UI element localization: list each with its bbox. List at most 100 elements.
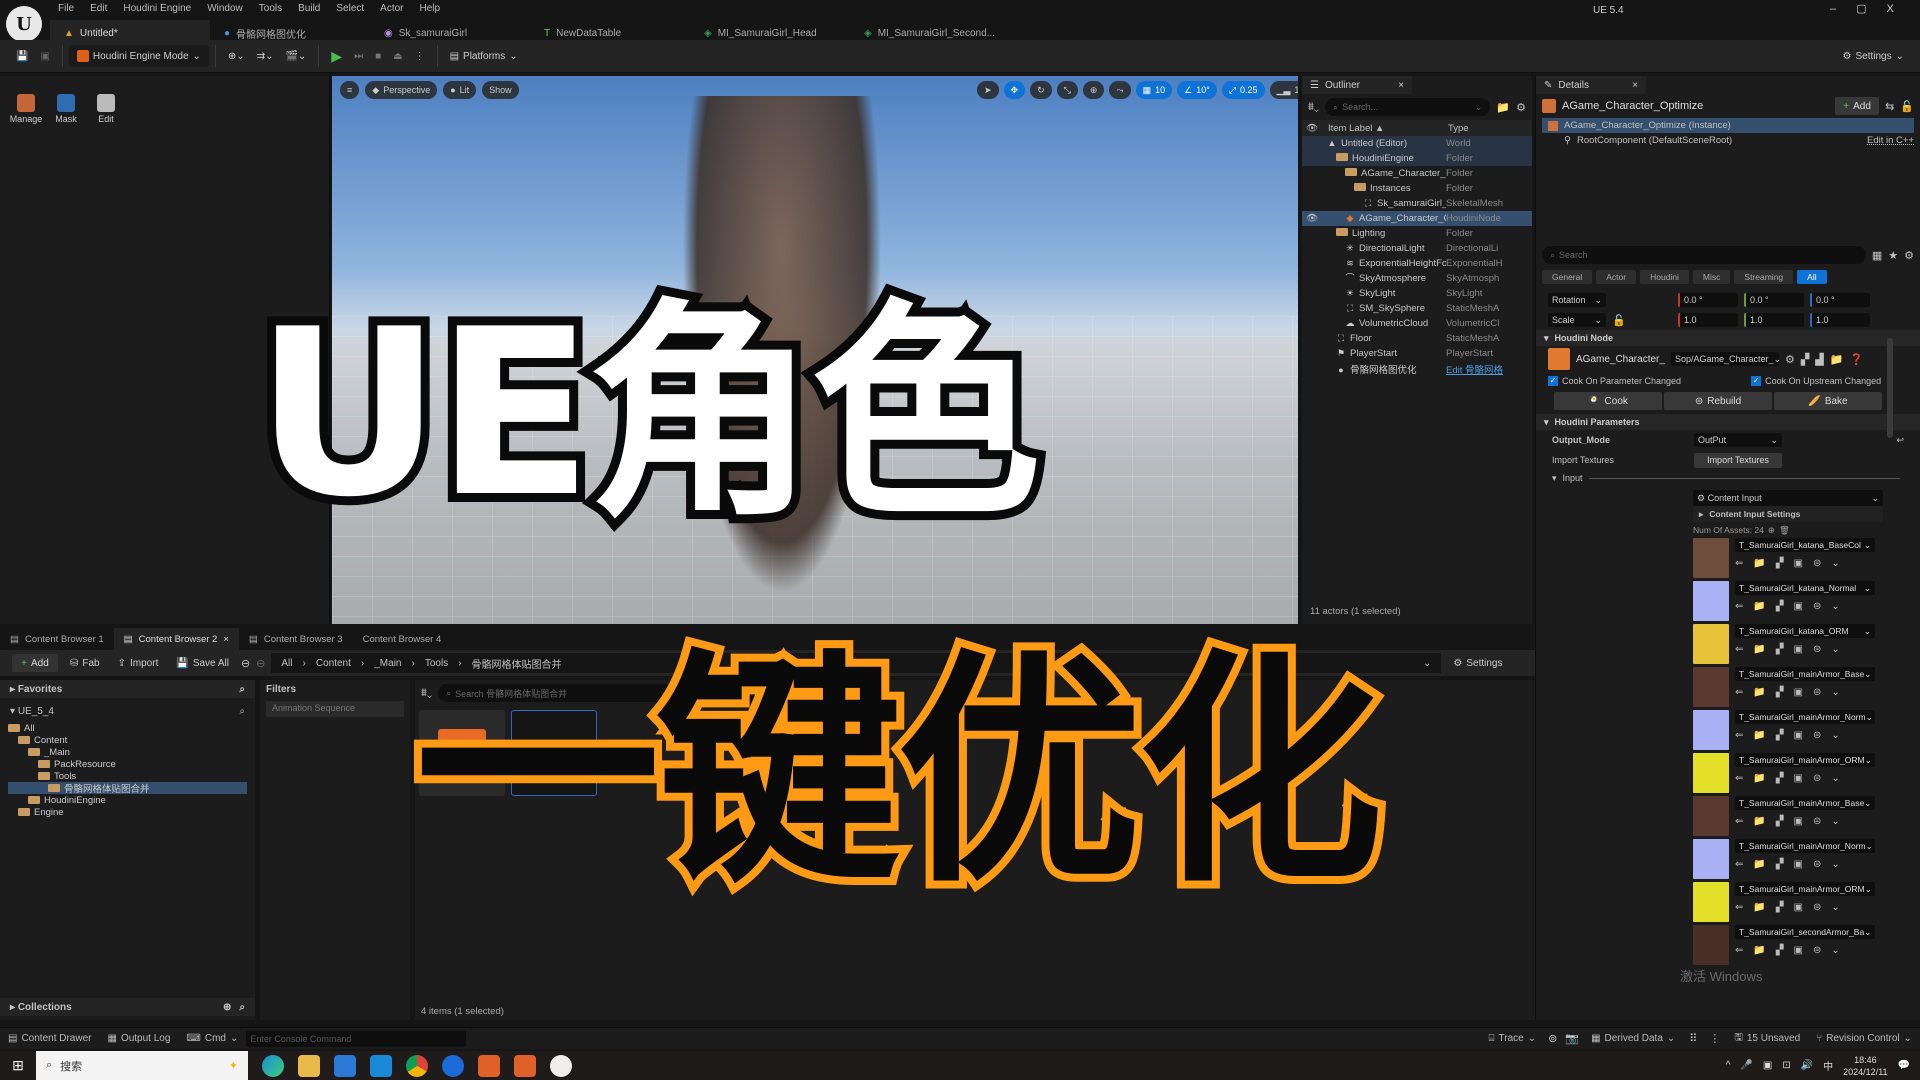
settings-button[interactable]: ⚙ Settings ⌄: [1837, 45, 1911, 67]
folder-tree-item[interactable]: 骨骼网格体贴图合并: [8, 782, 247, 795]
paste-icon[interactable]: ▣: [1794, 816, 1803, 827]
copy-icon[interactable]: ▞: [1776, 859, 1784, 870]
notifications-icon[interactable]: 💬: [1898, 1060, 1910, 1071]
import-button[interactable]: ⇪ Import: [112, 652, 165, 674]
copy-icon[interactable]: ▞: [1776, 902, 1784, 913]
menu-window[interactable]: Window: [199, 1, 251, 16]
outliner-row[interactable]: ⛶ Floor StaticMeshA: [1302, 331, 1532, 346]
output-log-button[interactable]: ▦ Output Log: [99, 1033, 178, 1044]
expand-icon[interactable]: ⌄: [1831, 902, 1839, 913]
category-streaming[interactable]: Streaming: [1734, 270, 1794, 284]
outliner-row[interactable]: ⛶Sk_samuraiGirl_HSkeletalMesh: [1302, 196, 1532, 211]
outliner-row[interactable]: ☀ SkyLight SkyLight: [1302, 286, 1532, 301]
breadcrumb-content[interactable]: Content: [316, 658, 351, 669]
use-selected-icon[interactable]: ⇐: [1735, 601, 1743, 612]
use-selected-icon[interactable]: ⇐: [1735, 644, 1743, 655]
expand-icon[interactable]: ⌄: [1831, 558, 1839, 569]
texture-thumbnail[interactable]: [1693, 710, 1729, 750]
stop-icon[interactable]: ■: [369, 45, 387, 67]
use-selected-icon[interactable]: ⇐: [1735, 859, 1743, 870]
outliner-row[interactable]: ≋ ExponentialHeightFog ExponentialH: [1302, 256, 1532, 271]
store-icon[interactable]: [334, 1054, 356, 1077]
history-forward-icon[interactable]: ⊖: [256, 657, 265, 670]
unreal-app-icon[interactable]: [550, 1054, 572, 1077]
outliner-row[interactable]: AGame_Character_OptiFolder: [1302, 166, 1532, 181]
filter-icon[interactable]: ⩩⌄: [1308, 101, 1319, 114]
rotation-z-field[interactable]: 0.0 °: [1810, 293, 1870, 307]
use-selected-icon[interactable]: ⇐: [1735, 945, 1743, 956]
expand-icon[interactable]: ⌄: [1831, 816, 1839, 827]
search-icon[interactable]: ⌕: [239, 1002, 245, 1013]
scale-y-field[interactable]: 1.0: [1744, 313, 1804, 327]
collections-header[interactable]: ▸ Collections ⊕ ⌕: [0, 998, 255, 1016]
folder-tree-item[interactable]: Content: [8, 734, 247, 746]
browse-icon[interactable]: 📁: [1753, 687, 1765, 698]
category-houdini[interactable]: Houdini: [1640, 270, 1689, 284]
outliner-row[interactable]: ⛶ SM_SkySphere StaticMeshA: [1302, 301, 1532, 316]
trash-icon[interactable]: 🗑: [1779, 525, 1790, 536]
asset-picker-dropdown[interactable]: T_SamuraiGirl_mainArmor_Base ⌄: [1735, 796, 1875, 810]
lit-button[interactable]: ● Lit: [443, 81, 477, 99]
scale-tool-icon[interactable]: ⤡: [1056, 81, 1078, 99]
file-explorer-icon[interactable]: [298, 1054, 320, 1077]
expand-icon[interactable]: ⌄: [1831, 601, 1839, 612]
paste-icon[interactable]: ▣: [1794, 945, 1803, 956]
outliner-row[interactable]: ☁ VolumetricCloud VolumetricCl: [1302, 316, 1532, 331]
outliner-tab[interactable]: ☰ Outliner ×: [1302, 76, 1412, 94]
more-options-icon[interactable]: ⋮: [409, 45, 431, 67]
trace-button[interactable]: ⌸ Trace ⌄: [1481, 1033, 1545, 1044]
expand-icon[interactable]: ⌄: [1831, 644, 1839, 655]
unreal-logo-icon[interactable]: U: [6, 6, 42, 42]
blueprint-convert-icon[interactable]: ⇆: [1885, 100, 1894, 113]
col-type[interactable]: Type: [1448, 123, 1469, 134]
expand-icon[interactable]: ⌄: [1831, 859, 1839, 870]
details-tab[interactable]: ✎ Details ×: [1536, 76, 1646, 94]
cb-add-button[interactable]: + Add: [12, 654, 58, 672]
copy-icon[interactable]: ▞: [1776, 644, 1784, 655]
folder-tree-item[interactable]: PackResource: [8, 758, 247, 770]
add-component-button[interactable]: + Add: [1835, 97, 1880, 115]
texture-thumbnail[interactable]: [1693, 925, 1729, 965]
outliner-search-input[interactable]: ⌕ Search... ⌄: [1325, 98, 1491, 116]
paste-icon[interactable]: ▣: [1794, 558, 1803, 569]
outliner-row[interactable]: ⌒ SkyAtmosphere SkyAtmosph: [1302, 271, 1532, 286]
folder-icon[interactable]: 📁: [1830, 353, 1844, 366]
clock[interactable]: 18:46 2024/12/11: [1843, 1054, 1887, 1078]
menu-file[interactable]: File: [50, 1, 82, 16]
translate-tool-icon[interactable]: ✥: [1003, 81, 1026, 99]
history-back-icon[interactable]: ⊖: [241, 657, 250, 670]
table-view-icon[interactable]: ▦: [1872, 249, 1882, 262]
houdini-node-section[interactable]: ▾ Houdini Node: [1536, 330, 1920, 346]
content-input-dropdown[interactable]: ⚙ Content Input ⌄: [1693, 490, 1883, 506]
close-tab-icon[interactable]: ×: [223, 634, 229, 645]
save-all-button[interactable]: 💾 Save All: [170, 652, 235, 674]
use-selected-icon[interactable]: ⇐: [1735, 773, 1743, 784]
texture-thumbnail[interactable]: [1693, 796, 1729, 836]
output-mode-dropdown[interactable]: OutPut ⌄: [1694, 433, 1782, 447]
breadcrumb-all[interactable]: All: [281, 658, 292, 669]
texture-thumbnail[interactable]: [1693, 538, 1729, 578]
outliner-row[interactable]: ● 骨骼网格图优化 Edit 骨骼网格: [1302, 361, 1532, 376]
gear-icon[interactable]: ⚙: [1516, 101, 1526, 114]
bake-button[interactable]: 🥖 Bake: [1774, 392, 1882, 410]
paste-icon[interactable]: ▣: [1794, 601, 1803, 612]
houdini-app-icon[interactable]: [478, 1054, 500, 1077]
asset-picker-dropdown[interactable]: T_SamuraiGirl_secondArmor_Ba ⌄: [1735, 925, 1875, 939]
texture-thumbnail[interactable]: [1693, 581, 1729, 621]
browse-icon[interactable]: ▣: [34, 45, 55, 67]
maximize-button[interactable]: ▢: [1856, 2, 1866, 15]
rebuild-button[interactable]: ⊜ Rebuild: [1664, 392, 1772, 410]
volume-icon[interactable]: 🔊: [1801, 1060, 1813, 1071]
reset-icon[interactable]: ⊜: [1813, 773, 1821, 784]
category-all[interactable]: All: [1797, 270, 1827, 284]
asset-picker-dropdown[interactable]: T_SamuraiGirl_mainArmor_Norm ⌄: [1735, 710, 1875, 724]
asset-picker-dropdown[interactable]: T_SamuraiGirl_katana_Normal ⌄: [1735, 581, 1875, 595]
microphone-icon[interactable]: 🎤: [1740, 1060, 1752, 1071]
perspective-button[interactable]: ◆ Perspective: [365, 81, 438, 99]
windows-start-icon[interactable]: ⊞: [0, 1057, 36, 1074]
scale-snap-button[interactable]: ⤢ 0.25: [1221, 81, 1265, 99]
reset-icon[interactable]: ⊜: [1813, 816, 1821, 827]
network-icon[interactable]: ⊡: [1782, 1060, 1790, 1071]
asset-picker-dropdown[interactable]: T_SamuraiGirl_mainArmor_Base ⌄: [1735, 667, 1875, 681]
paste-icon[interactable]: ▣: [1794, 773, 1803, 784]
